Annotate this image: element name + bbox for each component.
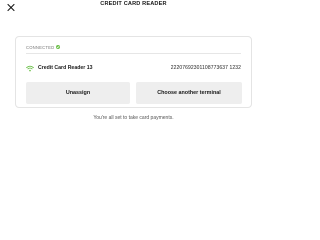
reader-name: Credit Card Reader 13 (38, 65, 93, 71)
reader-row: Credit Card Reader 13 222076923011087736… (26, 64, 241, 72)
connection-status: CONNECTED (26, 43, 61, 51)
page-title: CREDIT CARD READER (100, 1, 167, 7)
reader-card: CONNECTED Credit Card Reader 13 22207692… (15, 36, 252, 108)
choose-another-terminal-button[interactable]: Choose another terminal (136, 82, 242, 104)
unassign-button[interactable]: Unassign (26, 82, 130, 104)
reader-serial: 22207692301108773637 1232 (170, 65, 241, 71)
status-label: CONNECTED (26, 44, 55, 50)
header: CREDIT CARD READER (0, 0, 267, 12)
divider (26, 53, 241, 54)
check-icon (56, 45, 61, 49)
wifi-icon (26, 65, 34, 71)
credit-card-reader-page: CREDIT CARD READER CONNECTED Credit Card… (0, 0, 267, 218)
status-message: You're all set to take card payments. (93, 115, 174, 121)
